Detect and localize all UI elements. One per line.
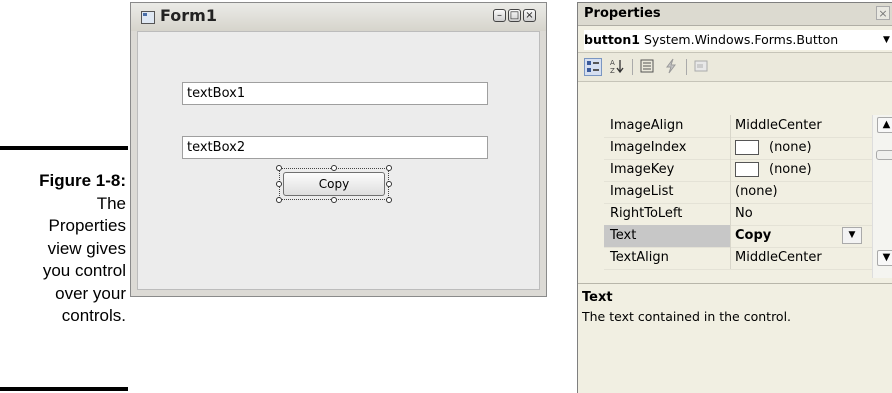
properties-title-bar: Properties × — [578, 3, 892, 26]
resize-handle[interactable] — [386, 197, 392, 203]
resize-handle[interactable] — [331, 197, 337, 203]
alphabetical-icon[interactable]: AZ — [608, 58, 626, 76]
property-value[interactable]: (none) — [769, 159, 812, 181]
caption-line: Properties — [48, 216, 126, 235]
copy-button[interactable]: Copy — [283, 172, 385, 196]
minimize-icon[interactable]: – — [493, 9, 506, 22]
property-name: ImageList — [610, 184, 674, 199]
close-icon[interactable]: × — [876, 6, 890, 20]
events-icon[interactable] — [662, 58, 680, 76]
chevron-down-icon[interactable]: ▼ — [842, 227, 862, 244]
properties-toolbar: AZ — [578, 52, 892, 82]
property-value[interactable]: MiddleCenter — [735, 247, 822, 269]
categorized-icon[interactable] — [584, 58, 602, 76]
scroll-thumb[interactable] — [876, 150, 892, 160]
textbox1[interactable]: textBox1 — [182, 82, 488, 105]
object-selector[interactable]: button1 System.Windows.Forms.Button ▼ — [584, 30, 892, 50]
form-title-bar[interactable]: Form1 – □ × — [131, 3, 546, 31]
toolbar-separator — [686, 59, 687, 75]
resize-handle[interactable] — [276, 165, 282, 171]
property-row[interactable]: ImageAlign MiddleCenter — [604, 115, 872, 138]
caption-line: view gives — [47, 238, 126, 258]
caption-line: over your — [55, 283, 126, 303]
toolbar-separator — [632, 59, 633, 75]
property-value[interactable]: MiddleCenter — [735, 115, 822, 137]
caption-line: The — [96, 193, 126, 213]
figure-number: Figure 1-8: — [39, 171, 126, 190]
image-swatch — [735, 162, 759, 177]
caption-line: controls. — [61, 306, 126, 325]
property-row[interactable]: ImageList (none) — [604, 181, 872, 204]
object-type: System.Windows.Forms.Button — [643, 32, 839, 47]
resize-handle[interactable] — [331, 165, 337, 171]
property-row[interactable]: ImageIndex (none) — [604, 137, 872, 160]
image-swatch — [735, 140, 759, 155]
property-value[interactable]: No — [735, 203, 753, 225]
object-name: button1 — [584, 32, 640, 47]
properties-window[interactable]: Properties × button1 System.Windows.Forms… — [577, 2, 892, 393]
caption-bottom-rule — [0, 387, 128, 391]
chevron-down-icon[interactable]: ▼ — [883, 30, 890, 50]
description-text: The text contained in the control. — [582, 309, 792, 324]
description-pane: Text The text contained in the control. — [578, 283, 892, 393]
property-row[interactable]: RightToLeft No — [604, 203, 872, 226]
svg-text:Z: Z — [610, 67, 615, 74]
property-row-selected[interactable]: Text Copy ▼ — [604, 225, 872, 248]
property-name: ImageAlign — [610, 118, 684, 133]
textbox2[interactable]: textBox2 — [182, 136, 488, 159]
svg-text:A: A — [610, 59, 615, 67]
form-icon — [141, 11, 155, 24]
property-row[interactable]: TextAlign MiddleCenter — [604, 247, 872, 270]
property-name: ImageIndex — [610, 140, 687, 155]
resize-handle[interactable] — [386, 165, 392, 171]
scroll-up-icon[interactable]: ▲ — [877, 117, 892, 133]
property-name: Text — [610, 228, 637, 243]
property-name: RightToLeft — [610, 206, 683, 221]
form1-window[interactable]: Form1 – □ × textBox1 textBox2 Copy — [130, 2, 547, 297]
scroll-down-icon[interactable]: ▼ — [877, 250, 892, 266]
resize-handle[interactable] — [276, 197, 282, 203]
property-name: ImageKey — [610, 162, 675, 177]
figure-caption: Figure 1-8: The Properties view gives yo… — [0, 170, 126, 328]
description-title: Text — [582, 290, 613, 305]
property-row[interactable]: ImageKey (none) — [604, 159, 872, 182]
property-name: TextAlign — [610, 250, 669, 265]
vertical-scrollbar[interactable]: ▲ ▼ — [872, 115, 892, 278]
caption-line: you control — [42, 261, 126, 280]
close-icon[interactable]: × — [523, 9, 536, 22]
properties-title: Properties — [584, 6, 661, 21]
properties-icon[interactable] — [638, 58, 656, 76]
property-value[interactable]: (none) — [735, 181, 778, 203]
form-title: Form1 — [160, 6, 217, 25]
caption-top-rule — [0, 146, 128, 150]
property-value[interactable]: Copy — [735, 225, 771, 247]
resize-handle[interactable] — [386, 181, 392, 187]
form-client-area[interactable]: textBox1 textBox2 Copy — [137, 31, 540, 290]
maximize-icon[interactable]: □ — [508, 9, 521, 22]
property-value[interactable]: (none) — [769, 137, 812, 159]
resize-handle[interactable] — [276, 181, 282, 187]
property-pages-icon[interactable] — [692, 58, 710, 76]
